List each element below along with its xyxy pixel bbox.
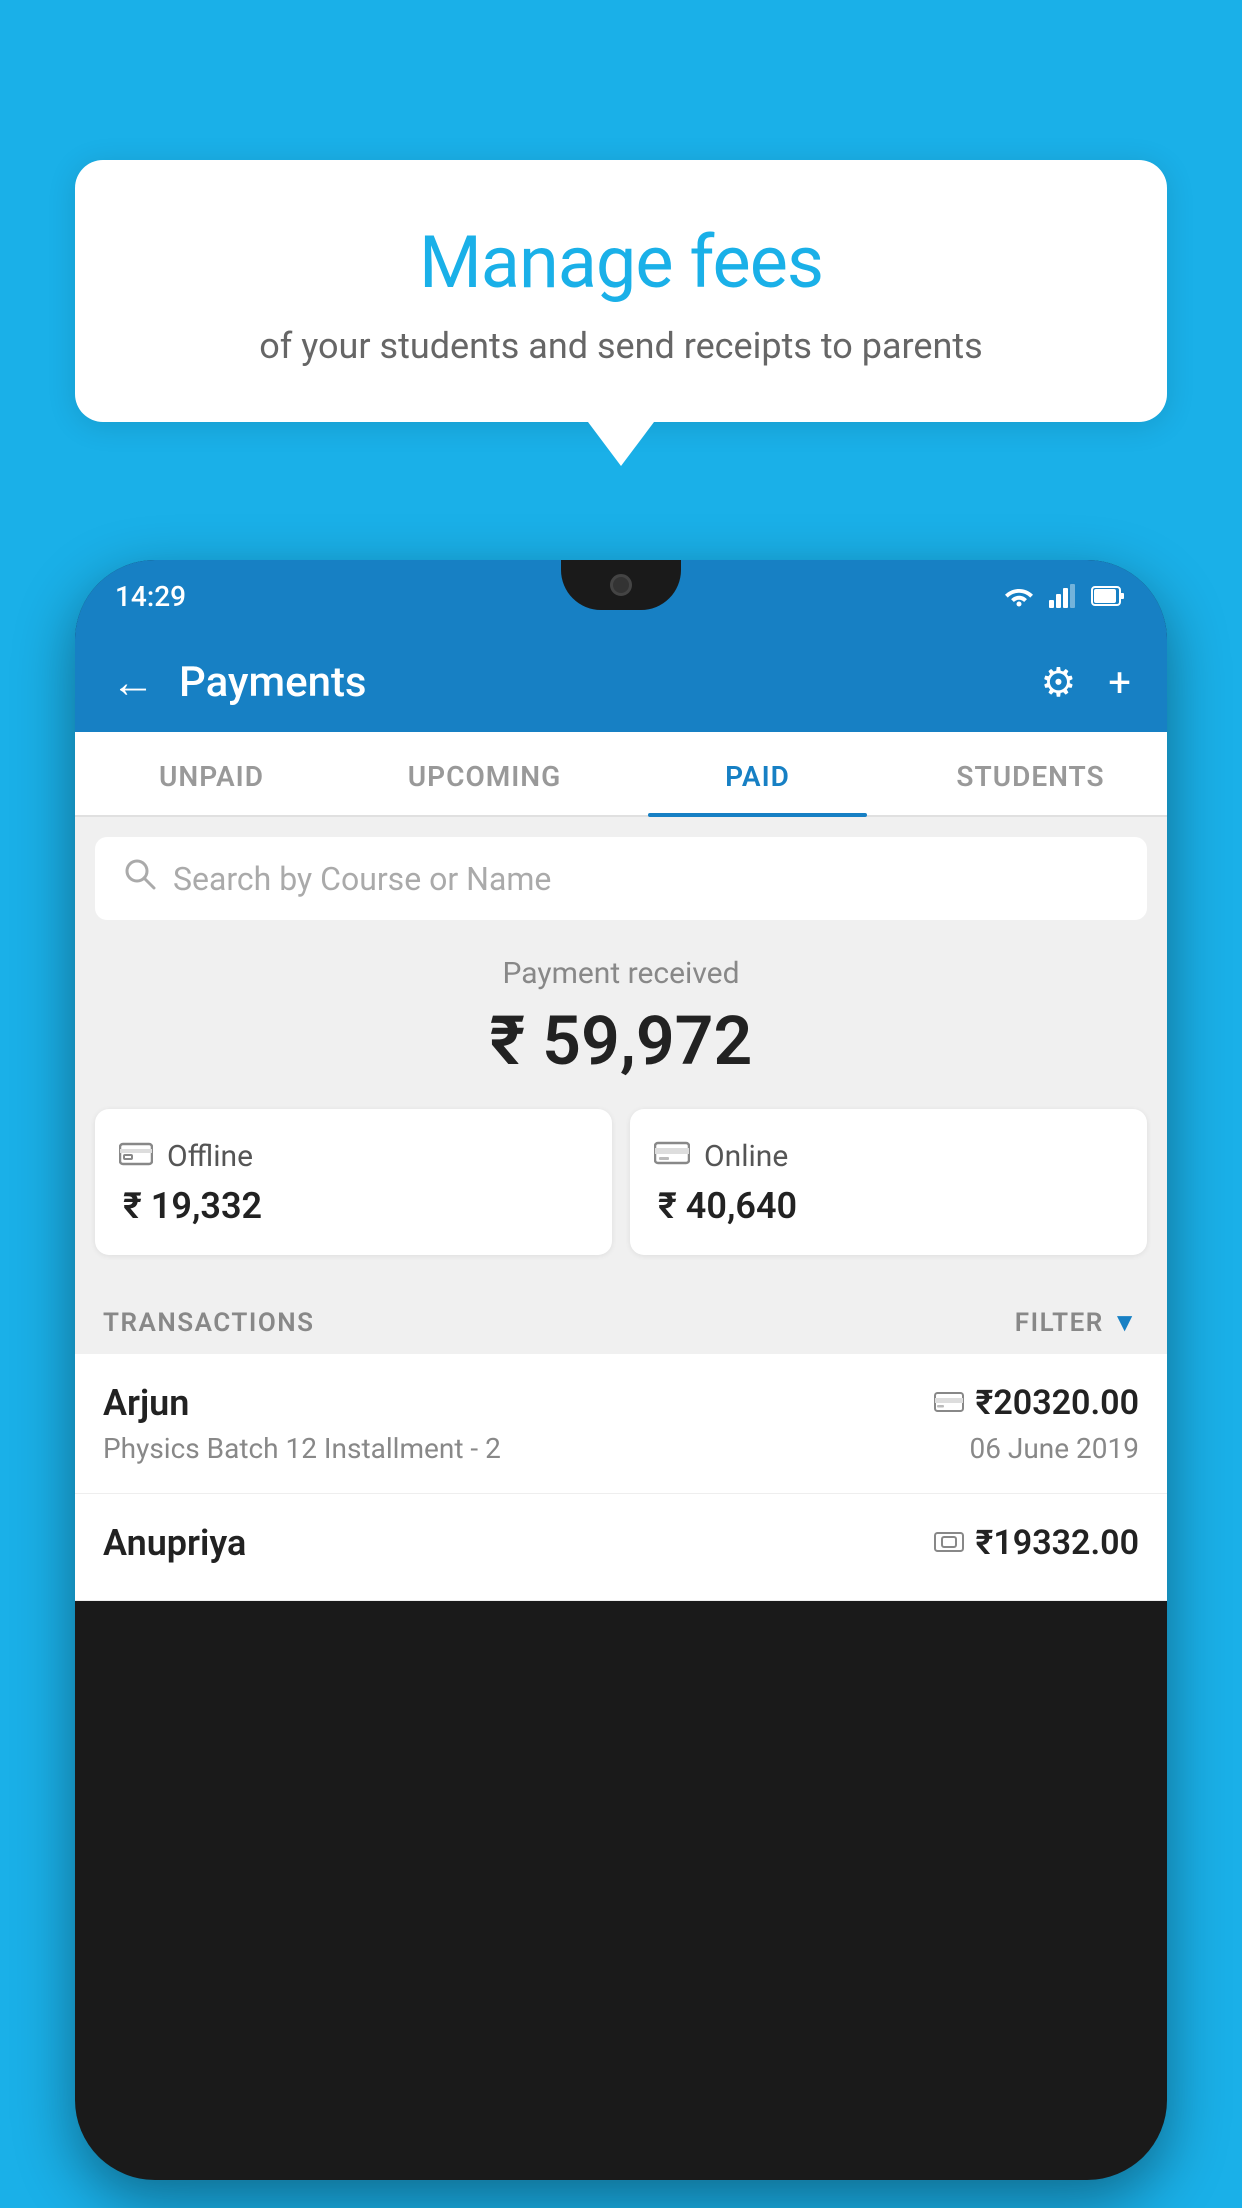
transaction-top: Anupriya ₹19332.00 [103, 1522, 1139, 1564]
tab-students[interactable]: STUDENTS [894, 732, 1167, 815]
phone-frame: 14:29 [75, 560, 1167, 2180]
table-row[interactable]: Anupriya ₹19332.00 [75, 1494, 1167, 1601]
search-placeholder: Search by Course or Name [173, 860, 551, 898]
transaction-mode-icon [934, 1527, 964, 1560]
header-actions: ⚙ + [1040, 659, 1131, 706]
filter-button[interactable]: FILTER ▼ [1015, 1307, 1139, 1338]
bubble-card: Manage fees of your students and send re… [75, 160, 1167, 422]
filter-icon: ▼ [1112, 1307, 1139, 1338]
battery-icon [1091, 584, 1127, 608]
wifi-icon [1003, 584, 1035, 608]
signal-icon [1049, 584, 1077, 608]
tab-unpaid[interactable]: UNPAID [75, 732, 348, 815]
tab-paid[interactable]: PAID [621, 732, 894, 815]
status-time: 14:29 [115, 580, 186, 613]
offline-amount: ₹ 19,332 [119, 1185, 588, 1227]
back-button[interactable]: ← [111, 660, 155, 704]
settings-icon[interactable]: ⚙ [1040, 659, 1076, 706]
transaction-amount: ₹19332.00 [976, 1523, 1139, 1563]
tabs-bar: UNPAID UPCOMING PAID STUDENTS [75, 732, 1167, 817]
offline-payment-card: Offline ₹ 19,332 [95, 1109, 612, 1255]
online-payment-card: Online ₹ 40,640 [630, 1109, 1147, 1255]
app-header: ← Payments ⚙ + [75, 632, 1167, 732]
add-icon[interactable]: + [1108, 659, 1131, 706]
transactions-header: TRANSACTIONS FILTER ▼ [75, 1285, 1167, 1354]
payment-summary: Payment received ₹ 59,972 [75, 920, 1167, 1109]
transaction-bottom: Physics Batch 12 Installment - 2 06 June… [103, 1432, 1139, 1465]
table-row[interactable]: Arjun ₹20320.00 Physics Batch 12 Install… [75, 1354, 1167, 1494]
transaction-mode-icon [934, 1387, 964, 1420]
screen-content: Search by Course or Name Payment receive… [75, 817, 1167, 1601]
transaction-name: Arjun [103, 1382, 189, 1424]
offline-icon [119, 1137, 153, 1175]
payment-received-label: Payment received [95, 956, 1147, 991]
phone-notch [561, 560, 681, 610]
search-icon [123, 857, 157, 900]
transaction-amount-wrap: ₹20320.00 [934, 1383, 1139, 1423]
online-icon [654, 1137, 690, 1175]
online-label: Online [704, 1139, 788, 1174]
transaction-amount: ₹20320.00 [976, 1383, 1139, 1423]
bubble-subtitle: of your students and send receipts to pa… [145, 325, 1097, 367]
search-bar[interactable]: Search by Course or Name [95, 837, 1147, 920]
transaction-course: Physics Batch 12 Installment - 2 [103, 1432, 501, 1465]
transaction-top: Arjun ₹20320.00 [103, 1382, 1139, 1424]
status-icons [1003, 584, 1127, 608]
camera [610, 574, 632, 596]
payment-cards: Offline ₹ 19,332 Online [75, 1109, 1167, 1285]
online-amount: ₹ 40,640 [654, 1185, 1123, 1227]
transaction-amount-wrap: ₹19332.00 [934, 1523, 1139, 1563]
transaction-name: Anupriya [103, 1522, 246, 1564]
tab-upcoming[interactable]: UPCOMING [348, 732, 621, 815]
bubble-title: Manage fees [145, 220, 1097, 305]
transactions-label: TRANSACTIONS [103, 1308, 315, 1338]
status-bar: 14:29 [75, 560, 1167, 632]
transaction-date: 06 June 2019 [969, 1432, 1139, 1465]
payment-amount: ₹ 59,972 [95, 1001, 1147, 1081]
offline-label: Offline [167, 1139, 253, 1174]
header-title: Payments [179, 658, 1016, 707]
